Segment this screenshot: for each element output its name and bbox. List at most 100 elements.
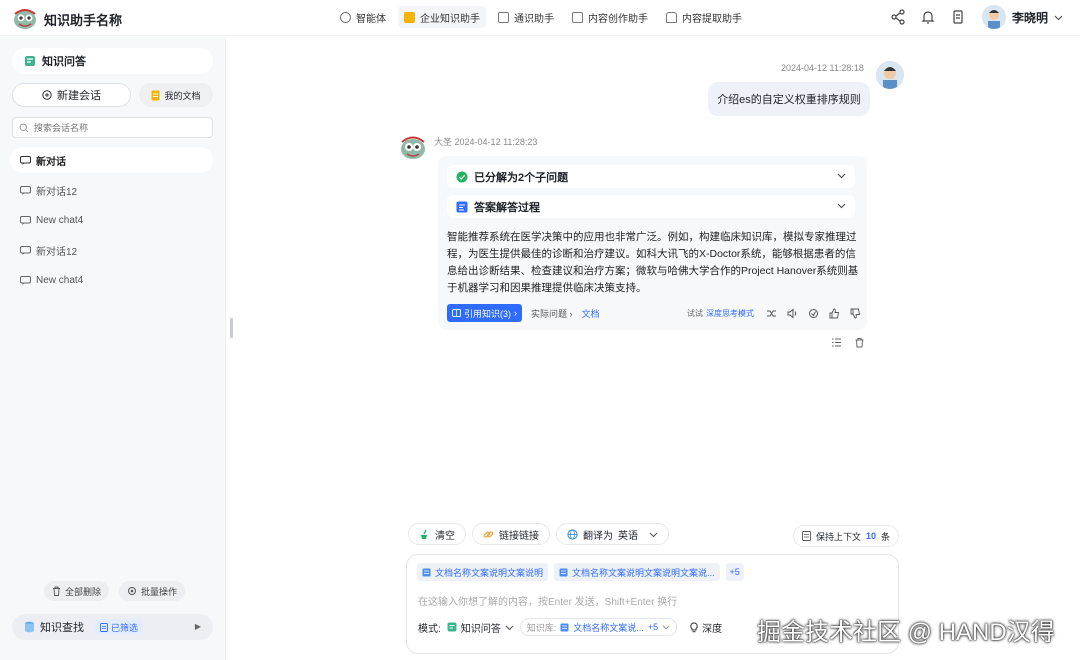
input-toolbar: 清空 链接链接 翻译为 英语 xyxy=(408,523,669,545)
clear-button[interactable]: 清空 xyxy=(408,523,466,545)
chevron-down-icon xyxy=(837,203,846,209)
delete-all-button[interactable]: 全部删除 xyxy=(44,581,110,601)
attached-doc-chip[interactable]: 文档名称文案说明文案说明文案说... xyxy=(554,563,720,581)
conversation-item[interactable]: 新对话 xyxy=(10,147,213,173)
deep-think-toggle[interactable]: 深度 xyxy=(689,620,722,635)
sidebar-header: 知识问答 xyxy=(12,48,213,74)
answer-text: 智能推荐系统在医学决策中的应用也非常广泛。例如，构建临床知识库，模拟专家推理过程… xyxy=(447,231,859,294)
chevron-down-icon xyxy=(837,173,846,179)
user-message-bubble: 介绍es的自定义权重排序规则 xyxy=(708,82,870,116)
trash-icon[interactable] xyxy=(854,337,865,348)
user-menu[interactable]: 李晓明 xyxy=(982,5,1063,29)
kb-select[interactable]: 知识库: 文档名称文案说... +5 xyxy=(519,618,678,636)
nav-item-general[interactable]: 通识助手 xyxy=(492,6,560,28)
bot-message-time: 2024-04-12 11:28:23 xyxy=(454,137,538,147)
nav-item-enterprise-kb[interactable]: 企业知识助手 xyxy=(398,6,486,28)
real-question-link[interactable]: 实际问题 › xyxy=(531,307,573,320)
subquestion-step[interactable]: 已分解为2个子问题 xyxy=(447,165,855,188)
kb-qa-icon xyxy=(25,56,35,66)
conversation-item[interactable]: 新对话12 xyxy=(10,177,213,203)
answer-process-step[interactable]: 答案解答过程 xyxy=(447,195,855,218)
conversation-list: 新对话 新对话12 New chat4 新对话12 New chat4 xyxy=(10,147,213,297)
mode-label: 模式: xyxy=(418,623,441,635)
thumbs-up-icon[interactable] xyxy=(829,308,840,319)
general-assistant-icon xyxy=(498,11,509,23)
sidebar: 知识问答 新建会话 我的文档 新对话 新对话12 New chat4 新对话12 xyxy=(0,37,226,660)
bot-meta: 大圣 2024-04-12 11:28:23 xyxy=(434,135,537,148)
top-nav: 智能体 企业知识助手 通识助手 内容创作助手 内容提取助手 xyxy=(334,6,748,28)
doc-icon xyxy=(151,90,160,100)
doc-icon xyxy=(559,568,568,576)
attached-docs: 文档名称文案说明文案说明 文档名称文案说明文案说明文案说... +5 xyxy=(417,563,744,581)
nav-item-agent[interactable]: 智能体 xyxy=(334,6,392,28)
my-docs-button[interactable]: 我的文档 xyxy=(139,83,213,107)
context-doc-icon xyxy=(802,531,811,541)
search-input[interactable] xyxy=(34,122,204,133)
nav-item-content-creation[interactable]: 内容创作助手 xyxy=(566,6,654,28)
check-circle-icon xyxy=(456,171,468,182)
bot-answer-card: 已分解为2个子问题 答案解答过程 智能推荐系统在医学决策中的应用也非常广泛。例如… xyxy=(438,156,867,330)
database-icon xyxy=(25,621,34,633)
chat-bubble-icon xyxy=(20,215,31,225)
chat-bubble-icon xyxy=(20,185,31,195)
keep-context-setting[interactable]: 保持上下文 10 条 xyxy=(793,525,900,547)
trash-icon xyxy=(53,586,60,596)
kb-qa-icon xyxy=(447,622,457,632)
speaker-icon[interactable] xyxy=(787,307,798,319)
watermark: 掘金技术社区 @ HAND汉得 xyxy=(757,619,1055,646)
knowledge-find-bar[interactable]: 知识查找 已筛选 ▶ xyxy=(12,614,213,640)
enterprise-kb-icon xyxy=(404,11,415,23)
user-message-avatar xyxy=(876,61,904,89)
more-docs-chip[interactable]: +5 xyxy=(725,563,744,581)
bot-avatar xyxy=(401,136,425,159)
gear-icon xyxy=(128,587,137,595)
process-icon xyxy=(456,201,468,212)
app-title: 知识助手名称 xyxy=(44,13,123,28)
batch-ops-button[interactable]: 批量操作 xyxy=(119,581,186,601)
try-deep-mode[interactable]: 试试 深度思考模式 xyxy=(687,308,754,319)
link-button[interactable]: 链接链接 xyxy=(472,523,550,545)
bell-icon[interactable] xyxy=(920,9,936,25)
content-creation-icon xyxy=(572,11,583,23)
plus-circle-icon xyxy=(42,90,52,100)
cite-knowledge-button[interactable]: 引用知识(3) › xyxy=(447,304,522,322)
chevron-down-icon xyxy=(1054,15,1063,20)
list-icon[interactable] xyxy=(831,337,842,348)
chevron-right-icon: › xyxy=(514,308,517,318)
broom-icon xyxy=(421,529,427,539)
conversation-item[interactable]: New chat4 xyxy=(10,267,213,293)
chat-bubble-icon xyxy=(20,245,31,255)
sidebar-actions: 全部删除 批量操作 xyxy=(44,581,186,601)
agent-icon xyxy=(340,11,351,23)
user-name: 李晓明 xyxy=(1012,10,1049,25)
attached-doc-chip[interactable]: 文档名称文案说明文案说明 xyxy=(417,563,549,581)
mode-select[interactable]: 知识问答 xyxy=(447,620,514,635)
doc-link[interactable]: 文档 xyxy=(582,307,600,320)
input-placeholder[interactable]: 在这输入你想了解的内容，按Enter 发送，Shift+Enter 换行 xyxy=(418,593,677,608)
search-icon xyxy=(19,123,29,132)
bot-name: 大圣 xyxy=(434,137,453,147)
doc-icon xyxy=(560,623,569,631)
input-options: 模式: 知识问答 知识库: 文档名称文案说... +5 深度 xyxy=(418,618,722,636)
share-icon[interactable] xyxy=(890,9,906,25)
chevron-down-icon xyxy=(505,625,514,630)
chevron-down-icon xyxy=(662,625,670,630)
book-icon xyxy=(452,309,461,317)
nav-item-content-extract[interactable]: 内容提取助手 xyxy=(660,6,748,28)
shuffle-icon[interactable] xyxy=(766,308,777,319)
answer-actions xyxy=(766,307,861,319)
new-chat-button[interactable]: 新建会话 xyxy=(12,83,131,107)
conversation-search[interactable] xyxy=(12,117,213,138)
translate-button[interactable]: 翻译为 英语 xyxy=(556,523,669,545)
caret-right-icon: ▶ xyxy=(194,622,201,631)
content-extract-icon xyxy=(666,11,677,23)
lightbulb-icon xyxy=(690,621,698,632)
user-avatar xyxy=(982,5,1006,29)
filtered-badge[interactable]: 已筛选 xyxy=(95,619,144,635)
conversation-item[interactable]: New chat4 xyxy=(10,207,213,233)
top-icons xyxy=(890,9,966,25)
document-icon[interactable] xyxy=(950,9,966,25)
thumbs-down-icon[interactable] xyxy=(850,308,861,319)
regenerate-icon[interactable] xyxy=(808,308,819,319)
conversation-item[interactable]: 新对话12 xyxy=(10,237,213,263)
